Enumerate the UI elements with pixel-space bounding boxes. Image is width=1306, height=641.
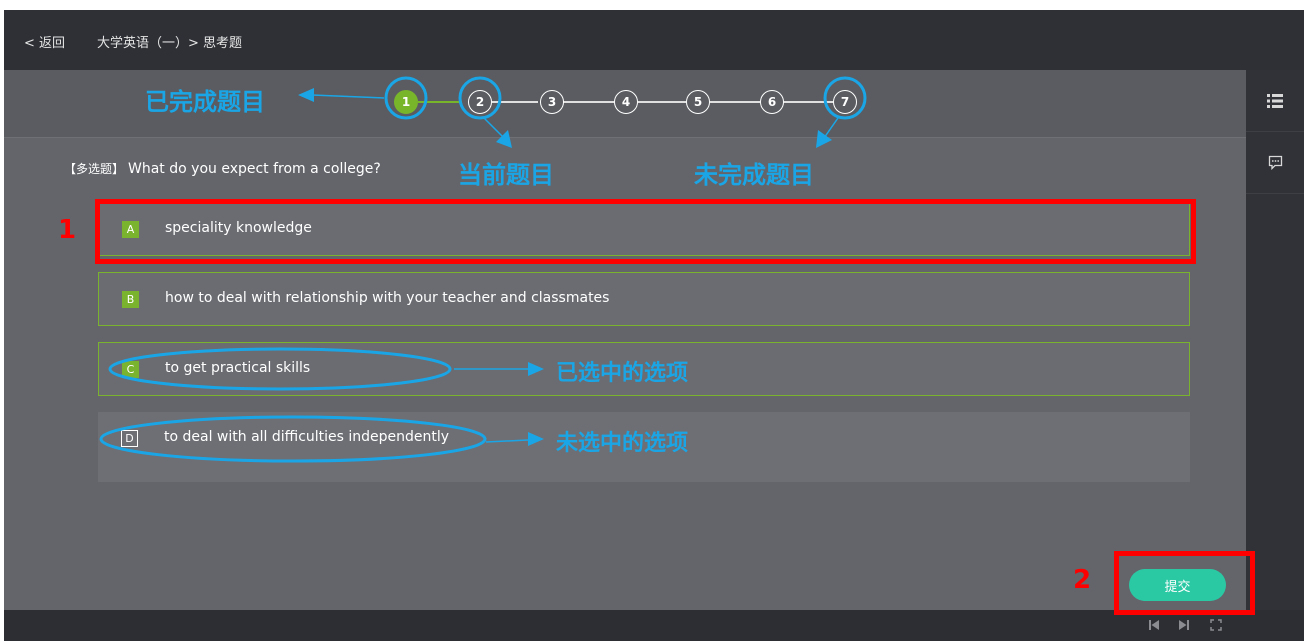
option-letter: C	[122, 361, 139, 378]
step-connector	[638, 101, 686, 103]
bottom-bar	[4, 610, 1304, 641]
annotation-current-label: 当前题目	[458, 161, 554, 189]
step-connector	[562, 101, 614, 103]
breadcrumb: 大学英语（一）> 思考题	[97, 36, 243, 51]
question-stem: What do you expect from a college?	[128, 161, 381, 177]
step-5[interactable]: 5	[686, 90, 710, 114]
step-7[interactable]: 7	[833, 90, 857, 114]
annotation-marker-1: 1	[58, 215, 77, 245]
option-text: to get practical skills	[165, 360, 311, 376]
step-connector	[492, 101, 538, 103]
annotation-selected-label: 已选中的选项	[556, 361, 689, 386]
rail-list-button[interactable]	[1246, 70, 1304, 132]
back-link[interactable]: < 返回	[24, 32, 65, 51]
step-2[interactable]: 2	[468, 90, 492, 114]
step-connector	[710, 101, 760, 103]
annotation-highlight-submit	[1114, 551, 1255, 615]
step-connector	[784, 101, 833, 103]
rail-comment-button[interactable]	[1246, 132, 1304, 194]
next-question-button[interactable]	[1175, 616, 1193, 634]
option-text: to deal with all difficulties independen…	[164, 429, 450, 445]
comment-icon	[1268, 155, 1282, 170]
question-panel: 1 2 3 4 5 6 7	[4, 70, 1246, 610]
option-letter: B	[122, 291, 139, 308]
fullscreen-icon	[1210, 619, 1222, 631]
prev-question-button[interactable]	[1145, 616, 1163, 634]
step-4[interactable]: 4	[614, 90, 638, 114]
option-letter: D	[121, 430, 138, 447]
skip-next-icon	[1179, 620, 1189, 630]
question-text: 【多选题】 What do you expect from a college?	[64, 160, 381, 177]
annotation-marker-2: 2	[1073, 565, 1092, 595]
top-bar: < 返回 大学英语（一）> 思考题	[4, 10, 1304, 70]
step-3[interactable]: 3	[540, 90, 564, 114]
step-6[interactable]: 6	[760, 90, 784, 114]
right-rail	[1246, 70, 1304, 610]
annotation-incomplete-label: 未完成题目	[694, 161, 814, 189]
step-connector	[418, 101, 462, 103]
fullscreen-button[interactable]	[1207, 616, 1225, 634]
annotation-completed-label: 已完成题目	[145, 88, 265, 116]
option-text: how to deal with relationship with your …	[165, 290, 610, 306]
annotation-highlight-option-a	[95, 199, 1196, 264]
option-b[interactable]: B how to deal with relationship with you…	[98, 272, 1190, 326]
step-1[interactable]: 1	[394, 90, 418, 114]
question-type-tag: 【多选题】	[64, 162, 125, 176]
skip-previous-icon	[1149, 620, 1159, 630]
annotation-unselected-label: 未选中的选项	[556, 431, 689, 456]
list-icon	[1267, 93, 1283, 108]
